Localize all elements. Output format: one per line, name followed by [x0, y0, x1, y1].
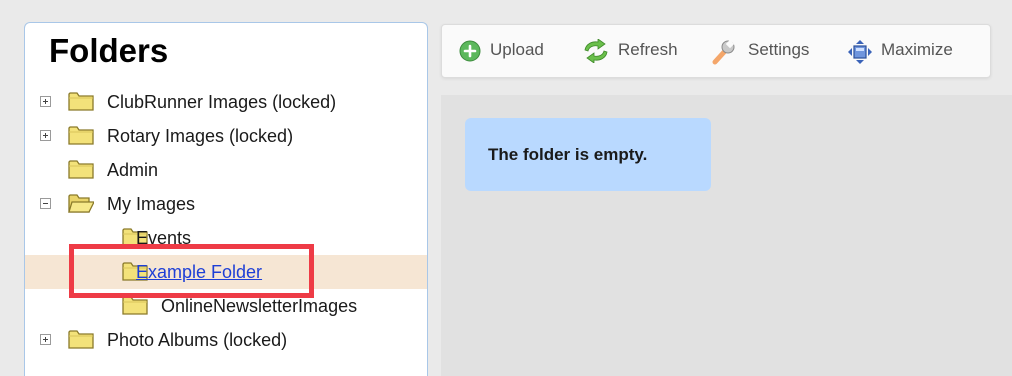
folder-open-icon — [68, 192, 94, 214]
maximize-icon — [847, 39, 872, 64]
tree-item-link[interactable]: Example Folder — [136, 261, 262, 283]
settings-button[interactable]: Settings — [712, 35, 837, 65]
folder-icon — [68, 328, 94, 350]
refresh-label: Refresh — [618, 40, 678, 59]
toolbar: Upload Refresh Settings Maximize — [441, 24, 991, 78]
tree-item-photo-albums[interactable]: Photo Albums (locked) — [25, 323, 427, 357]
upload-label: Upload — [490, 40, 544, 59]
plus-circle-icon — [458, 39, 482, 63]
maximize-button[interactable]: Maximize — [847, 35, 987, 65]
tree-item-label: OnlineNewsletterImages — [161, 296, 358, 316]
maximize-label: Maximize — [881, 40, 953, 59]
tree-item-example-folder[interactable]: Example Folder — [25, 255, 427, 289]
expand-icon[interactable] — [40, 334, 51, 345]
tree-item-my-images[interactable]: My Images — [25, 187, 427, 221]
tree-item-rotary-images[interactable]: Rotary Images (locked) — [25, 119, 427, 153]
tree-item-label: ClubRunner Images (locked) — [107, 92, 337, 112]
tree-item-events[interactable]: Events — [25, 221, 427, 255]
file-manager-window: Folders ClubRunner Images (locked) Rotar… — [0, 0, 1012, 376]
folder-icon — [68, 158, 94, 180]
folder-icon — [68, 124, 94, 146]
tree-item-label: Admin — [107, 160, 159, 180]
tree-item-clubrunner-images[interactable]: ClubRunner Images (locked) — [25, 85, 427, 119]
tree-item-admin[interactable]: Admin — [25, 153, 427, 187]
empty-folder-message: The folder is empty. — [465, 118, 711, 191]
refresh-arrows-icon — [582, 38, 608, 64]
expand-icon[interactable] — [40, 96, 51, 107]
settings-label: Settings — [748, 40, 810, 59]
tree-item-label: Events — [136, 228, 192, 248]
refresh-button[interactable]: Refresh — [582, 35, 702, 65]
folder-content-area: The folder is empty. — [441, 95, 1012, 376]
collapse-icon[interactable] — [40, 198, 51, 209]
folder-icon — [68, 90, 94, 112]
tree-item-online-newsletter-images[interactable]: OnlineNewsletterImages — [25, 289, 427, 323]
expand-icon[interactable] — [40, 130, 51, 141]
folders-panel: Folders ClubRunner Images (locked) Rotar… — [24, 22, 428, 376]
folder-icon — [122, 294, 148, 316]
tree-item-label: My Images — [107, 194, 196, 214]
tree-item-label: Photo Albums (locked) — [107, 330, 288, 350]
panel-title: Folders — [49, 32, 169, 69]
wrench-icon — [712, 39, 736, 65]
folder-tree: ClubRunner Images (locked) Rotary Images… — [25, 85, 427, 357]
tree-item-label: Rotary Images (locked) — [107, 126, 294, 146]
upload-button[interactable]: Upload — [458, 35, 568, 65]
